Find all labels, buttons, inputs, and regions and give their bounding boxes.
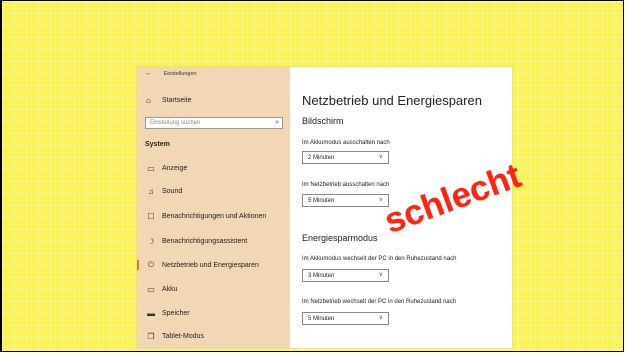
sidebar-item-power[interactable]: ⏻ Netzbetrieb und Energiesparen	[137, 257, 290, 273]
chevron-down-icon: ∨	[378, 154, 383, 160]
notifications-icon: ☐	[147, 211, 155, 221]
search-input[interactable]: Einstellung suchen ⌕	[145, 117, 283, 129]
dropdown-value: 2 Minuten	[308, 155, 335, 161]
chevron-down-icon: ∨	[378, 272, 383, 278]
sidebar-item-sound[interactable]: ♫ Sound	[137, 183, 290, 199]
title-bar: ← Einstellungen	[145, 70, 197, 77]
sidebar-item-home[interactable]: ⌂ Startseite	[146, 96, 192, 105]
sleep-battery-label: Im Akkumodus wechselt der PC in den Ruhe…	[302, 256, 457, 262]
sound-icon: ♫	[148, 186, 154, 196]
sleep-power-label: Im Netzbetrieb wechselt der PC in den Ru…	[302, 299, 457, 305]
sidebar-item-notifications[interactable]: ☐ Benachrichtigungen und Aktionen	[137, 208, 290, 224]
sidebar-item-storage[interactable]: ▬ Speicher	[137, 305, 290, 321]
focus-assist-icon: ☽	[147, 236, 155, 246]
screen-battery-dropdown[interactable]: 2 Minuten ∨	[302, 151, 389, 164]
sidebar-item-battery[interactable]: ▭ Akku	[137, 281, 290, 297]
sidebar-item-label: Anzeige	[162, 164, 188, 172]
display-icon: ▭	[147, 163, 155, 173]
sidebar-item-label: Speicher	[162, 309, 190, 317]
window-title: Einstellungen	[163, 70, 197, 77]
sleep-battery-dropdown[interactable]: 3 Minuten ∨	[302, 269, 389, 282]
dropdown-value: 5 Minuten	[308, 316, 335, 322]
sleep-power-dropdown[interactable]: 5 Minuten ∨	[302, 312, 389, 325]
page-title: Netzbetrieb und Energiesparen	[302, 93, 482, 108]
dropdown-value: 5 Minuten	[308, 198, 335, 204]
chevron-down-icon: ∨	[378, 197, 383, 203]
sidebar-item-display[interactable]: ▭ Anzeige	[137, 160, 290, 176]
battery-icon: ▭	[147, 284, 155, 294]
sidebar-item-focus-assist[interactable]: ☽ Benachrichtigungsassistent	[137, 233, 290, 249]
sidebar-item-label: Akku	[162, 285, 178, 293]
home-icon: ⌂	[146, 96, 151, 105]
screen-power-label: Im Netzbetrieb ausschalten nach	[302, 182, 390, 188]
sidebar-item-label: Startseite	[162, 97, 192, 104]
search-icon[interactable]: ⌕	[275, 119, 279, 127]
active-indicator	[137, 260, 139, 270]
sidebar-item-label: Benachrichtigungen und Aktionen	[162, 212, 267, 220]
section-title-sleep: Energiesparmodus	[302, 233, 378, 243]
power-icon: ⏻	[147, 260, 155, 269]
sidebar-item-tablet-mode[interactable]: ❐ Tablet-Modus	[137, 328, 290, 344]
search-placeholder: Einstellung suchen	[150, 120, 201, 126]
screen-power-dropdown[interactable]: 5 Minuten ∨	[302, 194, 389, 207]
tablet-icon: ❐	[147, 331, 155, 341]
sidebar-item-label: Benachrichtigungsassistent	[162, 237, 248, 245]
back-arrow-icon[interactable]: ←	[145, 70, 152, 77]
chevron-down-icon: ∨	[378, 315, 383, 321]
sidebar-item-label: Netzbetrieb und Energiesparen	[162, 261, 259, 269]
sidebar-item-label: Sound	[162, 187, 183, 195]
storage-icon: ▬	[147, 308, 155, 318]
dropdown-value: 3 Minuten	[308, 273, 335, 279]
sidebar-item-label: Tablet-Modus	[162, 332, 205, 340]
screen-battery-label: Im Akkumodus ausschalten nach	[302, 140, 390, 146]
sidebar: ← Einstellungen ⌂ Startseite Einstellung…	[137, 67, 290, 348]
section-label-system: System	[145, 141, 170, 148]
section-title-screen: Bildschirm	[302, 116, 344, 126]
